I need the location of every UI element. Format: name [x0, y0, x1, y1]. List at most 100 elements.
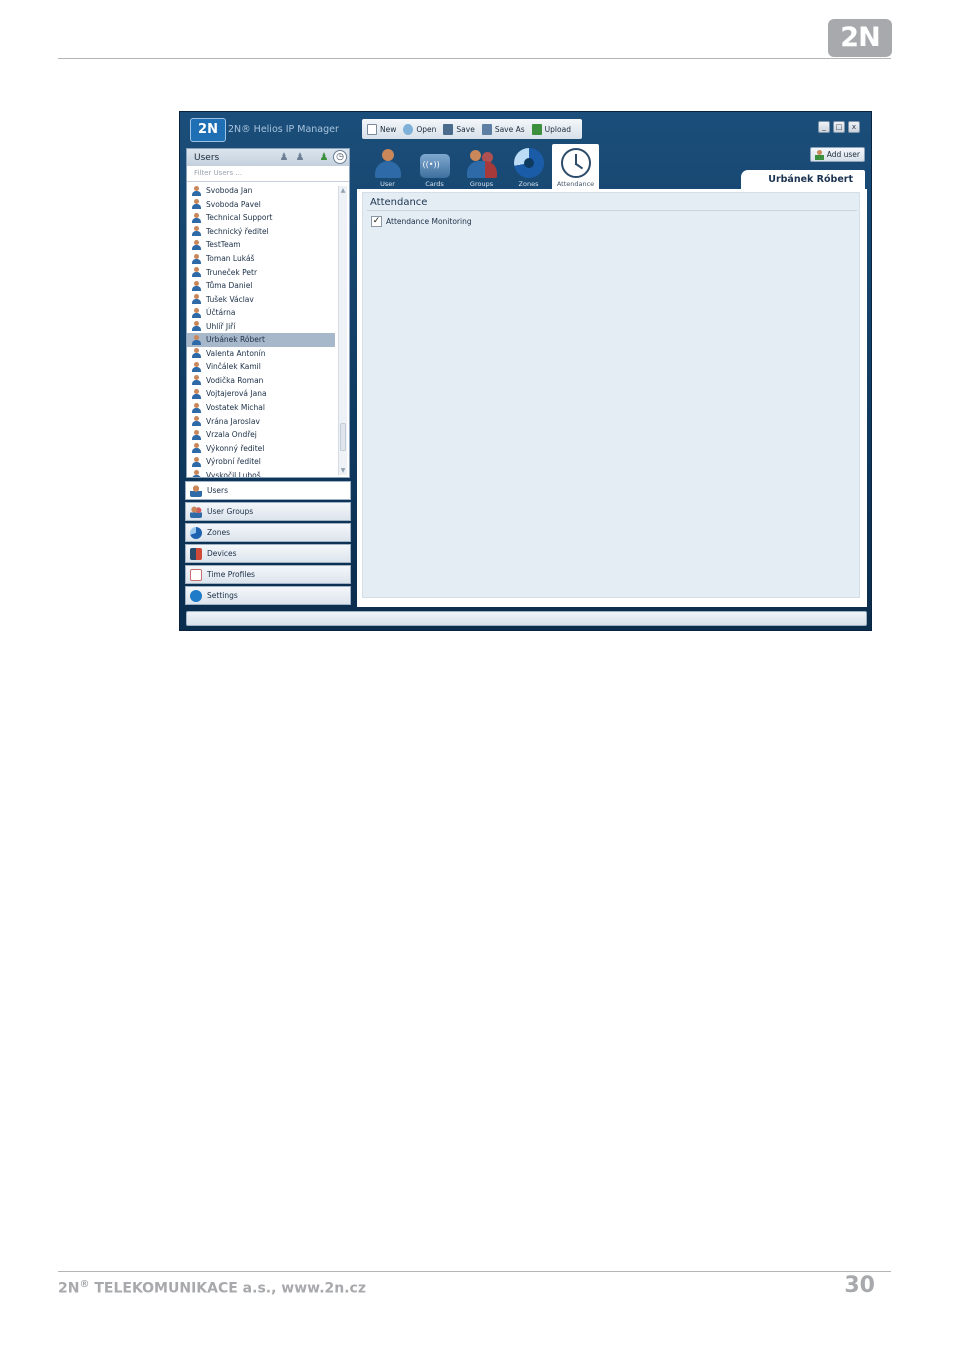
scroll-thumb[interactable] — [340, 423, 346, 451]
user-list-item[interactable]: Vostatek Michal — [187, 401, 335, 415]
user-list-item[interactable]: Svoboda Jan — [187, 184, 335, 198]
user-list-item[interactable]: Technický ředitel — [187, 225, 335, 239]
user-list-item[interactable]: Vyskočil Luboš — [187, 468, 335, 477]
attendance-monitoring-option[interactable]: ✓ Attendance Monitoring — [371, 216, 472, 227]
user-filter-icon[interactable]: ♟ — [277, 150, 291, 164]
section-divider — [367, 210, 857, 211]
window-controls: _ □ x — [818, 121, 860, 133]
nav-user-groups[interactable]: User Groups — [185, 502, 351, 521]
user-list-item[interactable]: Truneček Petr — [187, 265, 335, 279]
save-button[interactable]: Save — [441, 121, 476, 137]
user-icon — [192, 443, 201, 454]
user-icon — [192, 294, 201, 305]
user-remove-icon[interactable]: ♟ — [293, 150, 307, 164]
clock-icon[interactable]: ◷ — [333, 150, 347, 164]
tab-groups[interactable]: Groups — [458, 144, 505, 189]
maximize-button[interactable]: □ — [833, 121, 845, 133]
nav-users[interactable]: Users — [185, 481, 351, 500]
user-list-item[interactable]: Výkonný ředitel — [187, 441, 335, 455]
user-list-item-label: Technical Support — [206, 213, 273, 223]
user-list-item[interactable]: Účtárna — [187, 306, 335, 320]
close-button[interactable]: x — [848, 121, 860, 133]
filter-users-input[interactable]: Filter Users ... — [187, 166, 349, 182]
clock-icon — [560, 148, 591, 178]
user-list-item[interactable]: Výrobní ředitel — [187, 455, 335, 469]
user-list-item[interactable]: Uhlíř Jiří — [187, 319, 335, 333]
tab-cards[interactable]: Cards — [411, 144, 458, 189]
app-title: 2N® Helios IP Manager — [228, 124, 339, 135]
user-list-item[interactable]: TestTeam — [187, 238, 335, 252]
nav-time-profiles[interactable]: Time Profiles — [185, 565, 351, 584]
user-list-item-label: Výrobní ředitel — [206, 457, 261, 467]
nav-devices[interactable]: Devices — [185, 544, 351, 563]
user-list-item[interactable]: Tušek Václav — [187, 292, 335, 306]
user-add-icon[interactable]: ♟ — [317, 150, 331, 164]
user-list-item[interactable]: Vrzala Ondřej — [187, 428, 335, 442]
user-list-item-label: Vostatek Michal — [206, 403, 265, 413]
user-list-item-label: Účtárna — [206, 308, 236, 318]
footer-company: 2N® TELEKOMUNIKACE a.s., www.2n.cz — [58, 1279, 366, 1297]
user-icon — [192, 226, 201, 237]
user-icon — [192, 388, 201, 399]
tab-zones[interactable]: Zones — [505, 144, 552, 189]
nav-settings[interactable]: Settings — [185, 586, 351, 605]
section-navigation: Users User Groups Zones Devices Time Pro… — [185, 481, 351, 607]
user-icon — [192, 375, 201, 386]
user-list-item[interactable]: Urbánek Róbert — [187, 333, 335, 347]
user-list-item-label: Uhlíř Jiří — [206, 321, 236, 331]
zone-icon — [190, 526, 202, 539]
user-list-item-label: Svoboda Pavel — [206, 199, 261, 209]
user-list-item-label: Vyskočil Luboš — [206, 470, 261, 477]
tab-attendance[interactable]: Attendance — [552, 144, 599, 189]
new-button[interactable]: New — [365, 121, 398, 137]
user-list-item-label: Vrána Jaroslav — [206, 416, 260, 426]
user-icon — [192, 307, 201, 318]
user-list-item-label: Vojtajerová Jana — [206, 389, 267, 399]
main-toolbar: New Open Save Save As Upload — [362, 119, 582, 139]
user-list-item[interactable]: Vojtajerová Jana — [187, 387, 335, 401]
user-list-item[interactable]: Vinčálek Kamil — [187, 360, 335, 374]
upload-icon — [531, 123, 542, 135]
helios-ip-manager-window: 2N 2N® Helios IP Manager New Open Save S… — [179, 111, 872, 631]
minimize-button[interactable]: _ — [818, 121, 830, 133]
user-icon — [192, 212, 201, 223]
users-list-scrollbar[interactable]: ▲ ▼ — [338, 186, 347, 475]
user-group-icon — [190, 505, 202, 518]
user-icon — [192, 253, 201, 264]
user-icon — [192, 429, 201, 440]
save-as-button[interactable]: Save As — [480, 121, 527, 137]
user-list-item-label: Výkonný ředitel — [206, 443, 265, 453]
user-icon — [192, 334, 201, 345]
user-list-item[interactable]: Svoboda Pavel — [187, 198, 335, 212]
footer-rule — [58, 1271, 891, 1272]
user-list-item[interactable]: Toman Lukáš — [187, 252, 335, 266]
open-folder-icon — [403, 123, 414, 135]
user-list-item[interactable]: Technical Support — [187, 211, 335, 225]
user-list-item[interactable]: Vrána Jaroslav — [187, 414, 335, 428]
user-list-item[interactable]: Vodička Roman — [187, 374, 335, 388]
zone-icon — [513, 148, 544, 178]
tab-user[interactable]: User — [364, 144, 411, 189]
user-icon — [192, 470, 201, 477]
user-list-item[interactable]: Tůma Daniel — [187, 279, 335, 293]
user-detail-tabs: User Cards Groups Zones Attendance — [364, 144, 599, 189]
user-list-item[interactable]: Valenta Antonín — [187, 347, 335, 361]
attendance-monitoring-checkbox[interactable]: ✓ — [371, 216, 382, 227]
user-list-item-label: Vinčálek Kamil — [206, 362, 261, 372]
user-icon — [190, 484, 202, 497]
open-button[interactable]: Open — [401, 121, 438, 137]
page-number: 30 — [844, 1273, 875, 1298]
user-list-item-label: Tušek Václav — [206, 294, 254, 304]
upload-button[interactable]: Upload — [530, 121, 573, 137]
section-title: Attendance — [370, 197, 428, 208]
users-panel: Users ♟ ♟ ♟ ◷ Filter Users ... Svoboda J… — [186, 148, 350, 478]
scroll-down-icon[interactable]: ▼ — [339, 466, 347, 475]
user-list-item-label: Svoboda Jan — [206, 186, 253, 196]
nav-zones[interactable]: Zones — [185, 523, 351, 542]
users-panel-header: Users ♟ ♟ ♟ ◷ — [187, 149, 349, 166]
info-icon — [190, 589, 202, 602]
user-icon — [192, 199, 201, 210]
scroll-up-icon[interactable]: ▲ — [339, 186, 347, 195]
add-user-button[interactable]: Add user — [809, 147, 865, 162]
user-icon — [192, 239, 201, 250]
